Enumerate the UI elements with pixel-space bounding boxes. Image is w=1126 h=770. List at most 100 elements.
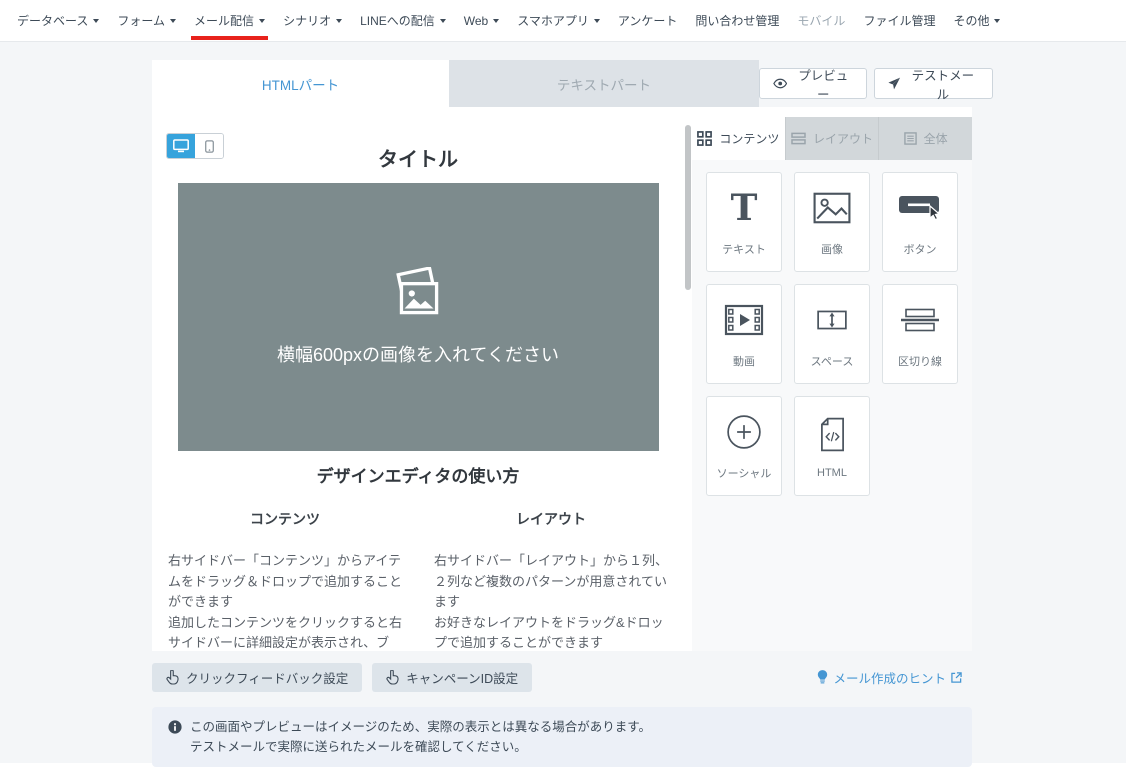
photos-icon [387, 267, 449, 321]
howto-column-contents: コンテンツ 右サイドバー「コンテンツ」からアイテムをドラッグ＆ドロップで追加する… [152, 509, 418, 651]
card-text[interactable]: T テキスト [706, 172, 782, 272]
device-toggle [166, 133, 224, 159]
nav-item-smartphone-app[interactable]: スマホアプリ [508, 0, 609, 41]
nav-item-label: LINEへの配信 [360, 12, 435, 29]
hint-link-label: メール作成のヒント [833, 668, 946, 687]
mobile-view-button[interactable] [195, 134, 223, 158]
chevron-down-icon [336, 19, 342, 23]
social-plus-icon [726, 414, 762, 450]
rows-icon [791, 132, 806, 145]
campaign-id-label: キャンペーンID設定 [406, 668, 518, 687]
nav-item-others[interactable]: その他 [944, 0, 1009, 41]
nav-item-label: ファイル管理 [863, 12, 935, 29]
howto-column-layout: レイアウト 右サイドバー「レイアウト」から１列、２列など複数のパターンが用意され… [418, 509, 684, 651]
part-tabs-row: HTMLパート テキストパート プレビュー テストメール [152, 60, 993, 107]
chevron-down-icon [994, 19, 1000, 23]
notice-text: この画面やプレビューはイメージのため、実際の表示とは異なる場合があります。 テス… [190, 717, 651, 757]
chevron-down-icon [594, 19, 600, 23]
paper-plane-icon [888, 77, 901, 90]
document-icon [904, 132, 917, 145]
sidebar-body: T テキスト 画像 ボタン 動画 [692, 160, 972, 651]
scrollbar-thumb[interactable] [685, 125, 691, 290]
card-image[interactable]: 画像 [794, 172, 870, 272]
campaign-id-settings-button[interactable]: キャンペーンID設定 [372, 663, 532, 692]
card-video[interactable]: 動画 [706, 284, 782, 384]
sidebar-tab-layout[interactable]: レイアウト [785, 117, 879, 160]
chevron-down-icon [493, 19, 499, 23]
card-label: テキスト [722, 241, 766, 257]
nav-item-scenario[interactable]: シナリオ [274, 0, 351, 41]
tab-text-part[interactable]: テキストパート [449, 60, 759, 107]
card-label: ボタン [904, 241, 937, 257]
image-placeholder-text: 横幅600pxの画像を入れてください [277, 341, 559, 367]
image-icon [813, 192, 851, 224]
email-canvas: タイトル 横幅600pxの画像を入れてください デザインエディタの使い方 コンテ… [152, 107, 684, 651]
canvas-scrollbar [684, 107, 692, 651]
test-mail-button[interactable]: テストメール [874, 68, 993, 99]
html-code-icon [819, 417, 846, 452]
nav-item-label: モバイル [797, 12, 845, 29]
notice-line-1: この画面やプレビューはイメージのため、実際の表示とは異なる場合があります。 [190, 717, 651, 737]
nav-item-web[interactable]: Web [455, 0, 508, 41]
howto-paragraph: 右サイドバー「レイアウト」から１列、２列など複数のパターンが用意されています [434, 551, 668, 613]
nav-item-label: スマホアプリ [517, 12, 589, 29]
info-icon [168, 720, 182, 734]
preview-label: プレビュー [793, 65, 853, 103]
nav-item-mobile[interactable]: モバイル [788, 0, 854, 41]
click-hand-icon [166, 670, 179, 685]
card-label: HTML [817, 467, 847, 479]
nav-item-inquiry-management[interactable]: 問い合わせ管理 [686, 0, 788, 41]
chevron-down-icon [440, 19, 446, 23]
chevron-down-icon [93, 19, 99, 23]
space-icon [816, 309, 848, 331]
preview-button[interactable]: プレビュー [759, 68, 868, 99]
text-icon: T [731, 190, 758, 226]
card-space[interactable]: スペース [794, 284, 870, 384]
lightbulb-icon [817, 670, 828, 684]
nav-item-survey[interactable]: アンケート [609, 0, 687, 41]
card-label: 画像 [821, 241, 843, 257]
nav-item-database[interactable]: データベース [8, 0, 108, 41]
tab-html-part[interactable]: HTMLパート [152, 60, 449, 107]
mobile-icon [205, 140, 214, 153]
mail-editor-wrapper: HTMLパート テキストパート プレビュー テストメール [152, 42, 993, 767]
card-social[interactable]: ソーシャル [706, 396, 782, 496]
grid-icon [697, 131, 712, 146]
nav-item-label: 問い合わせ管理 [695, 12, 779, 29]
click-feedback-settings-button[interactable]: クリックフィードバック設定 [152, 663, 362, 692]
howto-paragraph: 右サイドバー「コンテンツ」からアイテムをドラッグ＆ドロップで追加することができま… [168, 551, 402, 613]
card-label: ソーシャル [717, 465, 772, 481]
nav-item-file-management[interactable]: ファイル管理 [854, 0, 944, 41]
howto-paragraph: お好きなレイアウトをドラッグ&ドロップで追加することができます [434, 613, 668, 652]
image-placeholder-block[interactable]: 横幅600pxの画像を入れてください [178, 183, 659, 451]
sidebar-tab-overall[interactable]: 全体 [878, 117, 972, 160]
desktop-icon [173, 139, 189, 153]
click-feedback-label: クリックフィードバック設定 [186, 668, 348, 687]
nav-item-form[interactable]: フォーム [108, 0, 185, 41]
mail-title-block[interactable]: タイトル [152, 143, 684, 172]
nav-item-label: データベース [17, 12, 88, 29]
notice-line-2: テストメールで実際に送られたメールを確認してください。 [190, 737, 651, 757]
card-divider[interactable]: 区切り線 [882, 284, 958, 384]
eye-icon [773, 78, 787, 89]
page-background: HTMLパート テキストパート プレビュー テストメール [0, 42, 1126, 763]
footer-actions-row: クリックフィードバック設定 キャンペーンID設定 メール作成のヒント [152, 662, 972, 692]
card-html[interactable]: HTML [794, 396, 870, 496]
howto-column-heading: コンテンツ [168, 509, 402, 529]
howto-heading: デザインエディタの使い方 [152, 462, 684, 487]
nav-item-line-delivery[interactable]: LINEへの配信 [351, 0, 455, 41]
desktop-view-button[interactable] [167, 134, 195, 158]
test-mail-label: テストメール [907, 65, 979, 103]
editor-shell: タイトル 横幅600pxの画像を入れてください デザインエディタの使い方 コンテ… [152, 107, 972, 651]
card-button[interactable]: ボタン [882, 172, 958, 272]
external-link-icon [951, 672, 962, 683]
button-icon [898, 193, 942, 223]
divider-icon [901, 308, 939, 332]
mail-creation-hint-link[interactable]: メール作成のヒント [817, 668, 962, 687]
notice-box: この画面やプレビューはイメージのため、実際の表示とは異なる場合があります。 テス… [152, 707, 972, 767]
nav-item-label: Web [464, 14, 488, 28]
chevron-down-icon [170, 19, 176, 23]
nav-item-mail-delivery[interactable]: メール配信 [185, 0, 274, 41]
sidebar-tab-contents[interactable]: コンテンツ [692, 117, 785, 160]
card-label: 動画 [733, 353, 755, 369]
